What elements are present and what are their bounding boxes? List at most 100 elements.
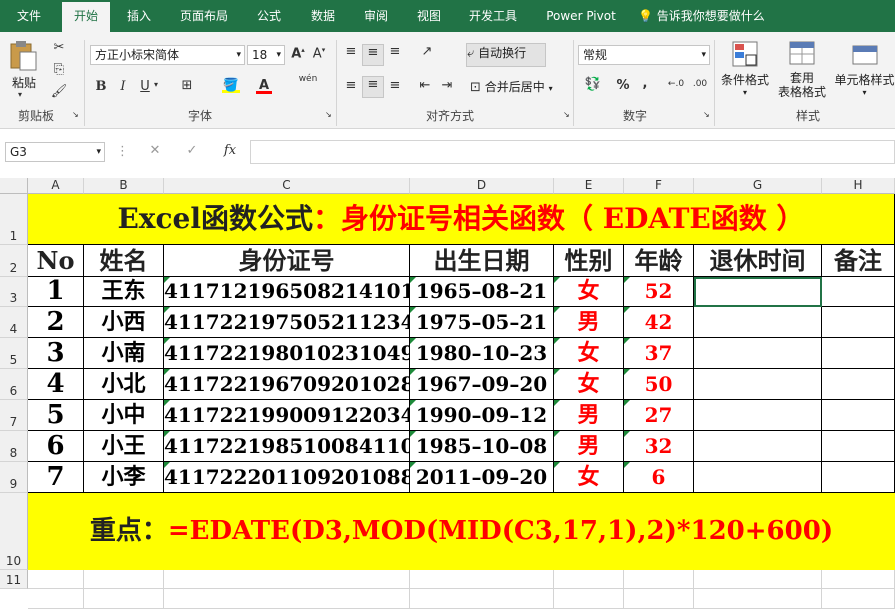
font-name-dropdown[interactable]: 方正小标宋简体 ▾	[90, 45, 245, 65]
table-cell[interactable]: 52	[624, 277, 694, 307]
table-cell[interactable]: 37	[624, 338, 694, 369]
empty-cell[interactable]	[822, 570, 895, 589]
table-cell[interactable]: 7	[28, 462, 84, 493]
table-cell[interactable]	[822, 307, 895, 338]
column-header[interactable]: G	[694, 178, 822, 194]
table-cell[interactable]: 3	[28, 338, 84, 369]
phonetic-guide-button[interactable]: wén	[297, 74, 319, 84]
format-painter-icon[interactable]: 🖌	[50, 84, 68, 99]
table-cell[interactable]	[694, 400, 822, 431]
table-cell[interactable]: 2	[28, 307, 84, 338]
tab-formulas[interactable]: 公式	[248, 0, 290, 32]
paste-dropdown-icon[interactable]: ▾	[18, 90, 22, 99]
key-formula-cell[interactable]: 重点：=EDATE(D3,MOD(MID(C3,17,1),2)*120+600…	[28, 493, 895, 570]
table-header-cell[interactable]: 年龄	[624, 245, 694, 277]
tab-insert[interactable]: 插入	[118, 0, 160, 32]
table-cell[interactable]: 411722199009122034	[164, 400, 410, 431]
table-cell[interactable]: 27	[624, 400, 694, 431]
table-cell[interactable]: 1967–09–20	[410, 369, 554, 400]
wrap-text-button[interactable]: ⤶ 自动换行	[466, 43, 546, 67]
cell-styles-button[interactable]: 单元格样式 ▾	[834, 40, 895, 104]
table-header-cell[interactable]: No	[28, 245, 84, 277]
table-cell[interactable]	[822, 277, 895, 307]
empty-cell[interactable]	[28, 570, 84, 589]
empty-cell[interactable]	[554, 570, 624, 589]
empty-cell[interactable]	[410, 570, 554, 589]
orientation-icon[interactable]: ↗	[416, 44, 438, 59]
table-cell[interactable]: 5	[28, 400, 84, 431]
clipboard-launcher-icon[interactable]: ↘	[72, 110, 79, 119]
table-cell[interactable]	[822, 462, 895, 493]
table-cell[interactable]	[694, 307, 822, 338]
row-header[interactable]: 1	[0, 194, 28, 245]
tab-developer[interactable]: 开发工具	[460, 0, 526, 32]
column-header[interactable]: F	[624, 178, 694, 194]
font-color-icon[interactable]: A	[256, 78, 272, 94]
table-cell[interactable]	[694, 338, 822, 369]
copy-icon[interactable]: ⎘	[50, 62, 68, 77]
paste-button[interactable]: 粘贴 ▾	[8, 40, 42, 102]
table-cell[interactable]: 6	[624, 462, 694, 493]
row-header[interactable]: 6	[0, 369, 28, 400]
empty-cell[interactable]	[410, 589, 554, 609]
table-header-cell[interactable]: 身份证号	[164, 245, 410, 277]
column-header[interactable]: C	[164, 178, 410, 194]
column-header[interactable]: H	[822, 178, 895, 194]
row-header[interactable]: 2	[0, 245, 28, 277]
table-cell[interactable]: 6	[28, 431, 84, 462]
table-cell[interactable]	[694, 277, 822, 307]
row-header[interactable]: 7	[0, 400, 28, 431]
table-header-cell[interactable]: 姓名	[84, 245, 164, 277]
empty-cell[interactable]	[164, 589, 410, 609]
table-cell[interactable]: 1990–09–12	[410, 400, 554, 431]
tab-home[interactable]: 开始	[62, 0, 110, 32]
table-cell[interactable]: 411722198010231049	[164, 338, 410, 369]
row-header[interactable]: 11	[0, 570, 28, 589]
empty-cell[interactable]	[164, 570, 410, 589]
font-launcher-icon[interactable]: ↘	[325, 110, 332, 119]
table-cell[interactable]	[694, 431, 822, 462]
table-cell[interactable]: 女	[554, 462, 624, 493]
percent-style-button[interactable]: %	[616, 78, 630, 93]
comma-style-button[interactable]: ,	[640, 76, 650, 91]
row-header[interactable]: 10	[0, 493, 28, 570]
empty-cell[interactable]	[554, 589, 624, 609]
column-header[interactable]: B	[84, 178, 164, 194]
underline-button[interactable]: U	[138, 79, 152, 94]
empty-cell[interactable]	[624, 570, 694, 589]
tell-me-box[interactable]: 💡 告诉我你想要做什么	[638, 0, 778, 32]
format-as-table-button[interactable]: 套用 表格格式	[772, 40, 832, 104]
table-cell[interactable]: 1965–08–21	[410, 277, 554, 307]
table-cell[interactable]: 1975–05–21	[410, 307, 554, 338]
table-cell[interactable]: 1985–10–08	[410, 431, 554, 462]
decrease-indent-icon[interactable]: ⇤	[416, 78, 434, 93]
align-left-icon[interactable]: ≡	[342, 78, 360, 93]
align-bottom-icon[interactable]: ≡	[386, 44, 404, 59]
conditional-formatting-button[interactable]: 条件格式 ▾	[718, 40, 772, 104]
table-cell[interactable]: 女	[554, 338, 624, 369]
table-cell[interactable]: 男	[554, 307, 624, 338]
tab-review[interactable]: 审阅	[355, 0, 397, 32]
table-header-cell[interactable]: 出生日期	[410, 245, 554, 277]
table-cell[interactable]: 男	[554, 400, 624, 431]
tab-power-pivot[interactable]: Power Pivot	[538, 0, 624, 32]
tab-file[interactable]: 文件	[4, 0, 54, 32]
row-header[interactable]: 8	[0, 431, 28, 462]
empty-cell[interactable]	[28, 589, 84, 609]
tab-data[interactable]: 数据	[302, 0, 344, 32]
underline-dropdown-icon[interactable]: ▾	[154, 80, 158, 89]
align-top-icon[interactable]: ≡	[342, 44, 360, 59]
number-launcher-icon[interactable]: ↘	[703, 110, 710, 119]
table-cell[interactable]: 小李	[84, 462, 164, 493]
empty-cell[interactable]	[84, 570, 164, 589]
accounting-format-icon[interactable]: 💱	[580, 77, 606, 92]
column-header[interactable]: E	[554, 178, 624, 194]
shrink-font-icon[interactable]: A▾	[312, 46, 326, 61]
table-cell[interactable]: 42	[624, 307, 694, 338]
decrease-decimal-icon[interactable]: .00	[690, 79, 710, 89]
table-cell[interactable]: 女	[554, 277, 624, 307]
enter-icon[interactable]: ✓	[183, 143, 201, 158]
number-format-dropdown[interactable]: 常规 ▾	[578, 45, 710, 65]
table-cell[interactable]: 小北	[84, 369, 164, 400]
table-header-cell[interactable]: 备注	[822, 245, 895, 277]
